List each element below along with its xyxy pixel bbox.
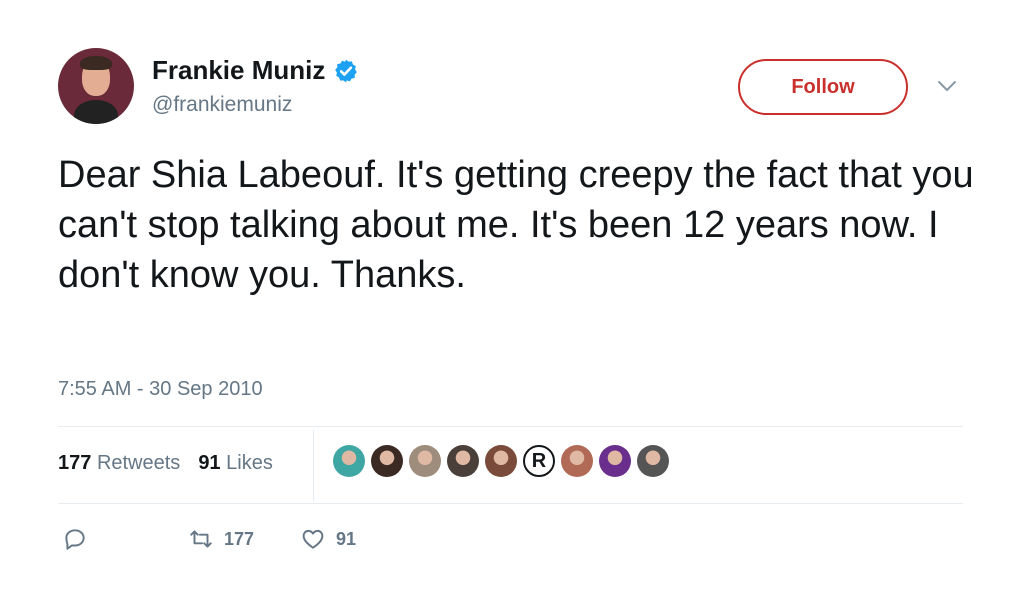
- divider-bottom: [58, 503, 963, 504]
- retweets-label: Retweets: [96, 452, 181, 474]
- liker-avatar-8[interactable]: [599, 445, 631, 477]
- chevron-down-icon[interactable]: [935, 78, 959, 94]
- liker-avatar-7[interactable]: [561, 445, 593, 477]
- retweet-button[interactable]: 177: [188, 526, 254, 552]
- retweets-stat[interactable]: 177 Retweets: [58, 452, 180, 475]
- divider-top: [58, 426, 963, 427]
- tweet-text: Dear Shia Labeouf. It's getting creepy t…: [58, 154, 974, 296]
- action-bar: 177 91: [62, 526, 356, 552]
- likes-count: 91: [198, 452, 221, 474]
- like-count: 91: [336, 528, 357, 549]
- verified-badge-icon: [335, 59, 358, 82]
- liker-avatar-3[interactable]: [409, 445, 441, 477]
- liker-avatar-9[interactable]: [637, 445, 669, 477]
- liker-avatar-4[interactable]: [447, 445, 479, 477]
- likes-stat[interactable]: 91 Likes: [198, 452, 273, 475]
- liker-avatar-1[interactable]: [333, 445, 365, 477]
- reply-button[interactable]: [62, 526, 88, 552]
- retweet-icon: [190, 530, 212, 548]
- tweet-timestamp[interactable]: 7:55 AM - 30 Sep 2010: [58, 378, 263, 401]
- liker-avatars: R: [333, 445, 669, 477]
- liker-avatar-5[interactable]: [485, 445, 517, 477]
- likes-label: Likes: [226, 452, 273, 474]
- user-name-row: Frankie Muniz: [152, 55, 359, 86]
- retweets-count: 177: [58, 452, 92, 474]
- stats-separator: [313, 430, 314, 502]
- liker-avatar-2[interactable]: [371, 445, 403, 477]
- like-button[interactable]: 91: [300, 526, 356, 552]
- heart-icon: [302, 529, 324, 549]
- user-name[interactable]: Frankie Muniz: [152, 55, 325, 86]
- liker-avatar-6[interactable]: R: [523, 445, 555, 477]
- engagement-stats: 177 Retweets 91 Likes: [58, 452, 273, 475]
- follow-button[interactable]: Follow: [738, 59, 908, 115]
- user-handle[interactable]: @frankiemuniz: [152, 93, 292, 117]
- reply-icon: [65, 529, 85, 550]
- retweet-count: 177: [224, 528, 255, 549]
- profile-avatar[interactable]: [58, 48, 134, 124]
